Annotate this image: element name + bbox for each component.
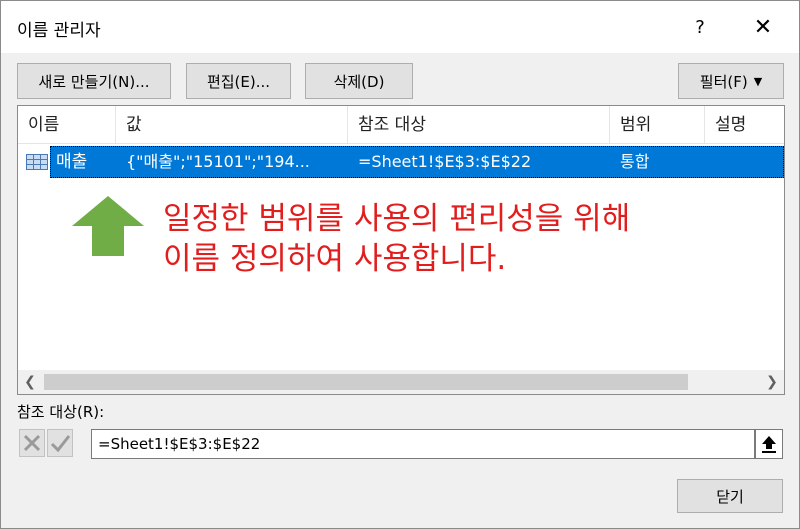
row-scope: 통합: [620, 152, 650, 171]
help-button[interactable]: ?: [685, 13, 715, 43]
title-bar: 이름 관리자 ? ✕: [1, 1, 799, 53]
close-window-button[interactable]: ✕: [745, 13, 781, 43]
edit-name-button[interactable]: 편집(E)...: [186, 63, 291, 99]
row-refers-to: =Sheet1!$E$3:$E$22: [358, 152, 532, 171]
row-value: {"매출";"15101";"194...: [126, 152, 310, 171]
table-row[interactable]: 매출 {"매출";"15101";"194... =Sheet1!$E$3:$E…: [22, 146, 784, 178]
annotation-line-1: 일정한 범위를 사용의 편리성을 위해: [163, 201, 631, 237]
refers-to-input[interactable]: [91, 429, 755, 459]
names-list[interactable]: 이름 값 참조 대상 범위 설명 매출 {"매출";"15101";"194..…: [17, 105, 785, 395]
checkmark-icon: [50, 435, 71, 453]
filter-button-label: 필터(F): [699, 72, 748, 91]
column-header-scope[interactable]: 범위: [610, 106, 705, 144]
scrollbar-thumb[interactable]: [44, 374, 688, 390]
list-header: 이름 값 참조 대상 범위 설명: [18, 106, 784, 144]
cancel-edit-button[interactable]: [19, 429, 45, 457]
column-header-refers-to[interactable]: 참조 대상: [348, 106, 610, 144]
annotation-text: 일정한 범위를 사용의 편리성을 위해 이름 정의하여 사용합니다.: [163, 199, 773, 279]
name-manager-dialog: 이름 관리자 ? ✕ 새로 만들기(N)... 편집(E)... 삭제(D) 필…: [0, 0, 800, 529]
row-name: 매출: [56, 152, 88, 172]
close-button[interactable]: 닫기: [677, 479, 783, 513]
horizontal-scrollbar[interactable]: ❮ ❯: [18, 370, 784, 394]
column-header-comment[interactable]: 설명: [705, 106, 784, 144]
column-header-name[interactable]: 이름: [18, 106, 116, 144]
chevron-down-icon: ▼: [753, 74, 763, 88]
confirm-edit-button[interactable]: [47, 429, 73, 457]
scroll-right-icon[interactable]: ❯: [760, 370, 784, 394]
delete-name-button[interactable]: 삭제(D): [305, 63, 413, 99]
column-header-value[interactable]: 값: [116, 106, 348, 144]
dialog-title: 이름 관리자: [17, 21, 101, 41]
refers-to-label: 참조 대상(R):: [17, 403, 105, 421]
collapse-dialog-button[interactable]: [755, 429, 783, 459]
cancel-x-icon: [23, 434, 41, 452]
annotation-line-2: 이름 정의하여 사용합니다.: [163, 241, 507, 277]
up-arrow-icon: [72, 196, 144, 256]
scroll-left-icon[interactable]: ❮: [18, 370, 42, 394]
collapse-arrow-icon: [762, 436, 776, 453]
named-range-icon: [26, 154, 48, 170]
new-name-button[interactable]: 새로 만들기(N)...: [17, 63, 171, 99]
filter-button[interactable]: 필터(F) ▼: [678, 63, 784, 99]
